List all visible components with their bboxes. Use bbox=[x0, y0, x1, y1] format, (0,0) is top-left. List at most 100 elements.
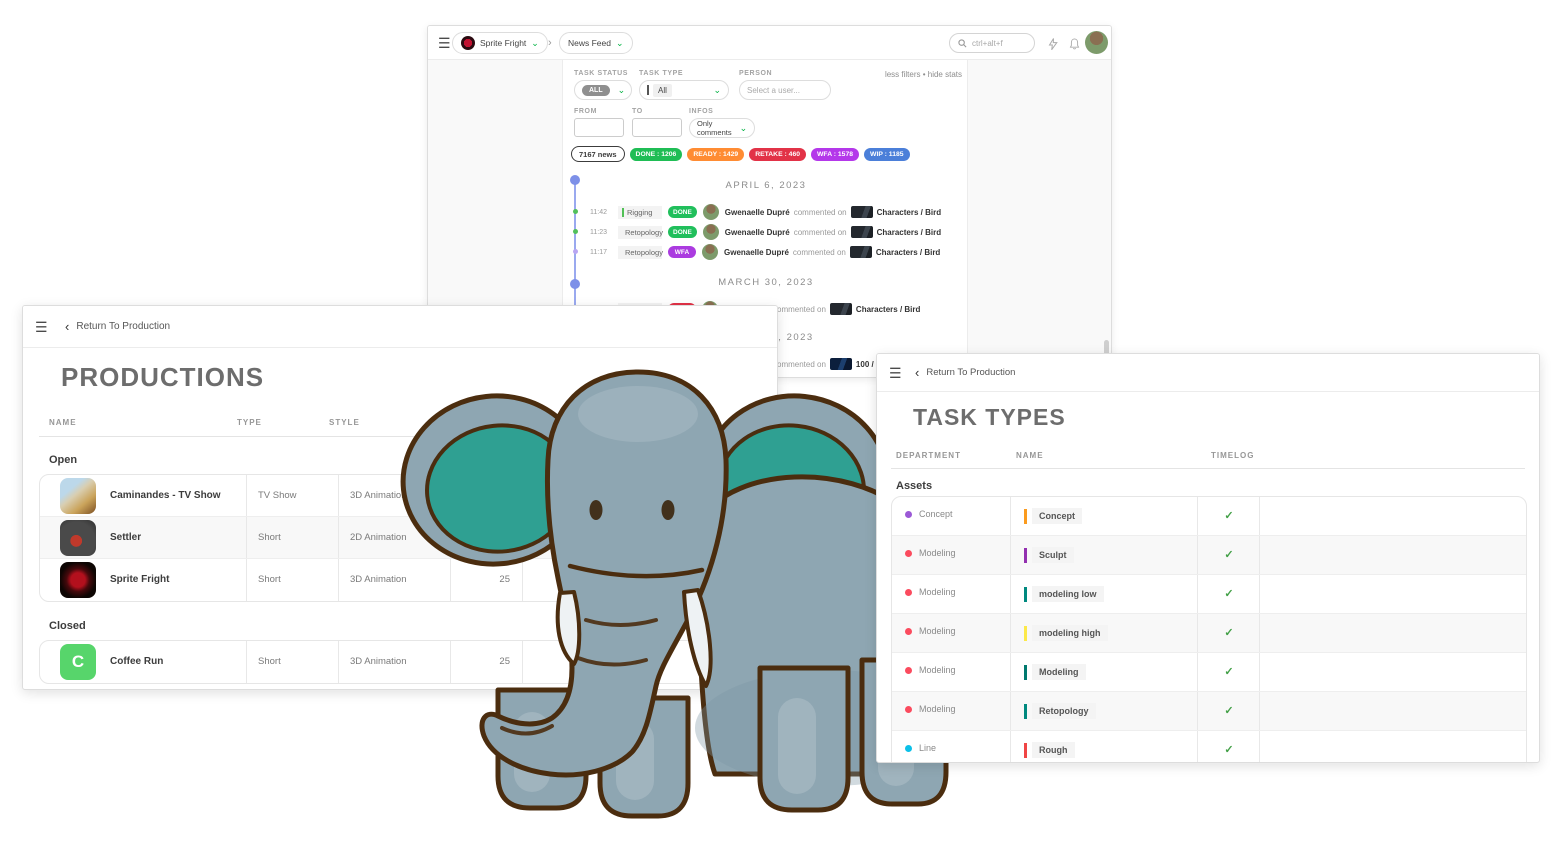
search-icon bbox=[958, 39, 967, 48]
timelog-check-icon: ✓ bbox=[1214, 704, 1244, 717]
task-status-filter[interactable]: ALL ⌄ bbox=[574, 80, 632, 100]
table-row[interactable]: Concept Concept ✓ bbox=[892, 497, 1526, 536]
department-cell: Concept bbox=[905, 509, 953, 519]
timeline-node-icon bbox=[573, 229, 578, 234]
person-name[interactable]: Gwenaelle Dupré bbox=[725, 228, 790, 237]
from-date-input[interactable] bbox=[574, 118, 624, 137]
page-title: PRODUCTIONS bbox=[61, 362, 264, 393]
entity-link[interactable]: Characters / Bird bbox=[877, 208, 941, 217]
back-link[interactable]: ‹ Return To Production bbox=[65, 321, 170, 332]
production-type: Short bbox=[258, 656, 281, 667]
ready-badge: READY : 1429 bbox=[687, 148, 744, 161]
task-type-chip: Rigging bbox=[618, 206, 662, 219]
avatar bbox=[702, 244, 718, 260]
entity-link[interactable]: Characters / Bird bbox=[877, 228, 941, 237]
person-name[interactable]: Gwenaelle Dupré bbox=[724, 248, 789, 257]
table-row[interactable]: Modeling modeling low ✓ bbox=[892, 575, 1526, 614]
task-types-table: Concept Concept ✓ Modeling Sculpt ✓ Mode… bbox=[891, 496, 1527, 763]
done-badge: DONE : 1206 bbox=[630, 148, 683, 161]
timelog-check-icon: ✓ bbox=[1214, 626, 1244, 639]
news-count-badge: 7167 news bbox=[571, 146, 625, 162]
department-cell: Modeling bbox=[905, 665, 956, 675]
production-style: 3D Animation bbox=[350, 574, 407, 585]
user-avatar[interactable] bbox=[1085, 31, 1108, 54]
table-row[interactable]: Modeling Modeling ✓ bbox=[892, 653, 1526, 692]
production-thumbnail bbox=[60, 478, 96, 514]
production-selector[interactable]: Sprite Fright ⌄ bbox=[452, 32, 548, 54]
person-label: PERSON bbox=[739, 70, 772, 77]
table-row[interactable]: Modeling Sculpt ✓ bbox=[892, 536, 1526, 575]
department-dot-icon bbox=[905, 550, 912, 557]
flash-icon[interactable] bbox=[1048, 37, 1058, 55]
productions-topbar: ☰ ‹ Return To Production bbox=[23, 306, 777, 348]
chevron-down-icon: ⌄ bbox=[616, 39, 624, 47]
entity-link[interactable]: Characters / Bird bbox=[876, 248, 940, 257]
status-pill: WFA bbox=[668, 246, 696, 258]
department-cell: Modeling bbox=[905, 548, 956, 558]
entry-text: Gwenaelle Duprécommented onCharacters / … bbox=[725, 206, 941, 218]
timeline-date: APRIL 6, 2023 bbox=[563, 180, 969, 191]
department-cell: Modeling bbox=[905, 587, 956, 597]
filters-toggle-links[interactable]: less filters • hide stats bbox=[868, 70, 962, 79]
timelog-check-icon: ✓ bbox=[1214, 587, 1244, 600]
person-filter-input[interactable]: Select a user... bbox=[739, 80, 831, 100]
person-placeholder: Select a user... bbox=[747, 86, 800, 95]
to-label: TO bbox=[632, 108, 643, 115]
entity-thumbnail bbox=[851, 226, 873, 238]
header-divider bbox=[891, 468, 1525, 469]
wfa-badge: WFA : 1578 bbox=[811, 148, 859, 161]
task-status-value: ALL bbox=[582, 85, 610, 96]
news-stats-panel bbox=[967, 60, 1111, 377]
bell-icon[interactable] bbox=[1069, 37, 1080, 55]
menu-icon[interactable]: ☰ bbox=[889, 365, 902, 382]
menu-icon[interactable]: ☰ bbox=[438, 35, 451, 52]
infos-filter[interactable]: Only comments ⌄ bbox=[689, 118, 755, 138]
production-name: Coffee Run bbox=[110, 656, 163, 667]
task-types-topbar: ☰ ‹ Return To Production bbox=[877, 354, 1539, 392]
table-row[interactable]: Modeling Retopology ✓ bbox=[892, 692, 1526, 731]
entity-thumbnail bbox=[851, 206, 873, 218]
task-type-filter[interactable]: All ⌄ bbox=[639, 80, 729, 100]
production-type: TV Show bbox=[258, 490, 297, 501]
menu-icon[interactable]: ☰ bbox=[35, 319, 48, 336]
page-selector[interactable]: News Feed ⌄ bbox=[559, 32, 633, 54]
table-row[interactable]: Line Rough ✓ bbox=[892, 731, 1526, 763]
to-date-input[interactable] bbox=[632, 118, 682, 137]
column-header-name: NAME bbox=[49, 418, 77, 427]
production-type: Short bbox=[258, 574, 281, 585]
timelog-check-icon: ✓ bbox=[1214, 548, 1244, 561]
chevron-down-icon: ⌄ bbox=[713, 86, 721, 94]
news-entry[interactable]: 11:17 Retopology WFA Gwenaelle Duprécomm… bbox=[590, 244, 940, 260]
department-cell: Modeling bbox=[905, 704, 956, 714]
task-type-name-cell: Rough bbox=[1024, 742, 1075, 758]
search-input[interactable]: ctrl+alt+f bbox=[949, 33, 1035, 53]
department-dot-icon bbox=[905, 589, 912, 596]
timelog-check-icon: ✓ bbox=[1214, 665, 1244, 678]
entity-thumbnail bbox=[850, 246, 872, 258]
elephant-eye bbox=[590, 500, 603, 520]
entity-link[interactable]: Characters / Bird bbox=[856, 305, 920, 314]
production-thumbnail bbox=[60, 520, 96, 556]
table-row[interactable]: Modeling modeling high ✓ bbox=[892, 614, 1526, 653]
news-entry[interactable]: 11:42 Rigging DONE Gwenaelle Duprécommen… bbox=[590, 204, 941, 220]
news-entry[interactable]: 11:23 Retopology DONE Gwenaelle Duprécom… bbox=[590, 224, 941, 240]
column-header-timelog: TIMELOG bbox=[1211, 451, 1254, 460]
person-name[interactable]: Gwenaelle Dupré bbox=[725, 208, 790, 217]
production-logo bbox=[461, 36, 475, 50]
assets-section-label: Assets bbox=[896, 480, 932, 492]
task-type-name-cell: Modeling bbox=[1024, 664, 1086, 680]
task-type-name-cell: modeling high bbox=[1024, 625, 1108, 641]
task-type-name-cell: Retopology bbox=[1024, 703, 1096, 719]
production-name: Sprite Fright bbox=[480, 38, 526, 48]
production-thumbnail: C bbox=[60, 644, 96, 680]
entry-time: 11:23 bbox=[590, 229, 612, 236]
infos-label: INFOS bbox=[689, 108, 713, 115]
production-name: Sprite Fright bbox=[110, 574, 169, 585]
back-link[interactable]: ‹ Return To Production bbox=[915, 367, 1015, 378]
status-pill: DONE bbox=[668, 206, 697, 218]
page-title: TASK TYPES bbox=[913, 404, 1066, 431]
open-group-label: Open bbox=[49, 454, 77, 466]
department-dot-icon bbox=[905, 745, 912, 752]
task-status-label: TASK STATUS bbox=[574, 70, 628, 77]
infos-value: Only comments bbox=[697, 119, 732, 137]
